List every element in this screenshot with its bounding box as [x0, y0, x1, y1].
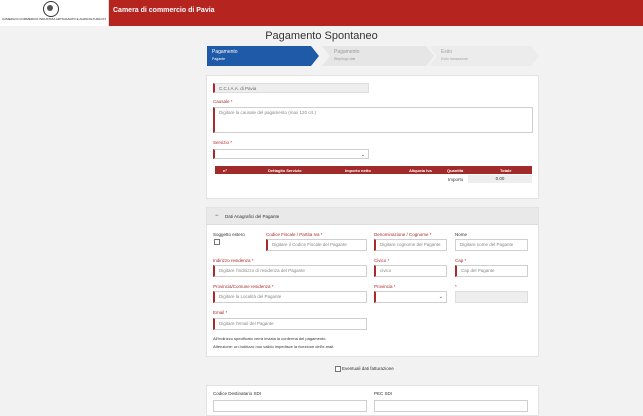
- chamber-logo[interactable]: CAMERA DI COMMERCIO INDUSTRIA ARTIGIANAT…: [0, 0, 109, 26]
- importo-value: 0.00: [468, 175, 532, 183]
- denominazione-input[interactable]: Digitare cognome del Pagante: [374, 239, 447, 251]
- causale-label: Causale *: [213, 99, 233, 104]
- step-label: Pagamento: [212, 49, 238, 55]
- services-table-header: n° Dettaglio Servizio Importo netto Aliq…: [215, 166, 532, 174]
- top-header: CAMERA DI COMMERCIO INDUSTRIA ARTIGIANAT…: [0, 0, 643, 26]
- soggetto-estero-label: Soggetto estero: [213, 232, 245, 237]
- email-input[interactable]: Digitare l'email del Pagante: [213, 318, 367, 330]
- provincia-label: Provincia *: [374, 284, 396, 289]
- denominazione-placeholder: Digitare cognome del Pagante: [380, 242, 441, 247]
- denominazione-label: Denominazione / Cognome *: [374, 232, 432, 237]
- cf-label: Codice Fiscale / Partita Iva *: [266, 232, 323, 237]
- comune-placeholder: Digitare la Località del Pagante: [219, 294, 282, 299]
- pec-label: PEC SDI: [374, 391, 393, 396]
- col-quantita: Quantità: [447, 167, 464, 173]
- causale-textarea[interactable]: Digitare la causale del pagamento (max 1…: [213, 107, 533, 133]
- col-importo-netto: Importo netto: [345, 167, 371, 173]
- nome-input[interactable]: Digitare nome del Pagante: [455, 239, 528, 251]
- step-pagamento-riepilogo[interactable]: Pagamento Riepilogo dati: [322, 46, 434, 66]
- step-label: Esito: [441, 49, 453, 55]
- nome-placeholder: Digitare nome del Pagante: [460, 242, 514, 247]
- provincia-select[interactable]: ⌄: [374, 291, 447, 303]
- ente-field: C.C.I.A.A. di Pavia: [213, 83, 369, 93]
- civico-input[interactable]: civico: [374, 265, 447, 277]
- section-title: Dati Anagrafici del Pagante: [225, 214, 280, 219]
- chevron-down-icon: ⌄: [438, 294, 443, 300]
- causale-placeholder: Digitare la causale del pagamento (max 1…: [219, 110, 317, 115]
- col-n: n°: [223, 167, 228, 173]
- sdi-label: Codice Destinatario SDI: [213, 391, 262, 396]
- email-label: Email *: [213, 310, 228, 315]
- servizio-label: Servizio *: [213, 140, 233, 145]
- email-note-2: Attenzione: un indirizzo non valido impe…: [213, 344, 335, 349]
- col-totale: Totale: [500, 167, 512, 173]
- cap-label: Cap *: [455, 258, 467, 263]
- step-sublabel: Esito transazione: [441, 57, 468, 61]
- step-sublabel: Pagante: [212, 57, 226, 61]
- nome-label: Nome: [455, 232, 468, 237]
- payment-card: C.C.I.A.A. di Pavia Causale * Digitare l…: [206, 75, 539, 199]
- seal-icon: [43, 1, 59, 17]
- anagrafici-card: − Dati Anagrafici del Pagante Soggetto e…: [206, 207, 539, 357]
- disabled-field: [455, 291, 528, 303]
- comune-label: Provincia/Comune residenza *: [213, 284, 274, 289]
- sdi-input[interactable]: [213, 400, 367, 412]
- cap-input[interactable]: Cap del Pagante: [455, 265, 528, 277]
- fatturazione-card: Codice Destinatario SDI PEC SDI: [206, 385, 539, 416]
- civico-label: Civico *: [374, 258, 390, 263]
- soggetto-estero-checkbox[interactable]: [214, 239, 220, 245]
- extra-required-label: *: [455, 284, 457, 289]
- chevron-down-icon: ⌄: [360, 152, 365, 158]
- servizio-select[interactable]: ⌄: [213, 149, 369, 159]
- cf-input[interactable]: Digitare il Codice Fiscale del Pagante: [266, 239, 367, 251]
- indirizzo-label: Indirizzo residenza *: [213, 258, 254, 263]
- email-note-1: All'indirizzo specificato verrà inviata …: [213, 336, 327, 341]
- cap-placeholder: Cap del Pagante: [461, 268, 495, 273]
- page-title: Pagamento Spontaneo: [265, 30, 378, 42]
- fatturazione-label: Eventuali dati fatturazione: [342, 366, 394, 371]
- fatturazione-checkbox[interactable]: [335, 366, 341, 372]
- indirizzo-input[interactable]: Digitare l'indirizzo di residenza del Pa…: [213, 265, 367, 277]
- pec-input[interactable]: [374, 400, 528, 412]
- comune-input[interactable]: Digitare la Località del Pagante: [213, 291, 367, 303]
- ente-value: C.C.I.A.A. di Pavia: [219, 86, 257, 91]
- logo-text: CAMERA DI COMMERCIO INDUSTRIA ARTIGIANAT…: [2, 17, 106, 21]
- cf-placeholder: Digitare il Codice Fiscale del Pagante: [272, 242, 347, 247]
- step-pagamento-pagante[interactable]: Pagamento Pagante: [207, 46, 319, 66]
- col-aliquota: Aliquota Iva: [409, 167, 432, 173]
- email-placeholder: Digitare l'email del Pagante: [219, 321, 274, 326]
- indirizzo-placeholder: Digitare l'indirizzo di residenza del Pa…: [219, 268, 305, 273]
- step-label: Pagamento: [334, 49, 360, 55]
- step-sublabel: Riepilogo dati: [334, 57, 356, 61]
- wizard-stepper: Pagamento Pagante Pagamento Riepilogo da…: [207, 46, 539, 66]
- civico-placeholder: civico: [380, 268, 392, 273]
- anagrafici-section-header[interactable]: − Dati Anagrafici del Pagante: [207, 208, 538, 225]
- site-title: Camera di commercio di Pavia: [113, 7, 215, 14]
- importo-label: Importo: [448, 177, 464, 182]
- step-esito[interactable]: Esito Esito transazione: [429, 46, 539, 66]
- col-dettaglio: Dettaglio Servizio: [268, 167, 302, 173]
- collapse-icon: −: [215, 213, 219, 219]
